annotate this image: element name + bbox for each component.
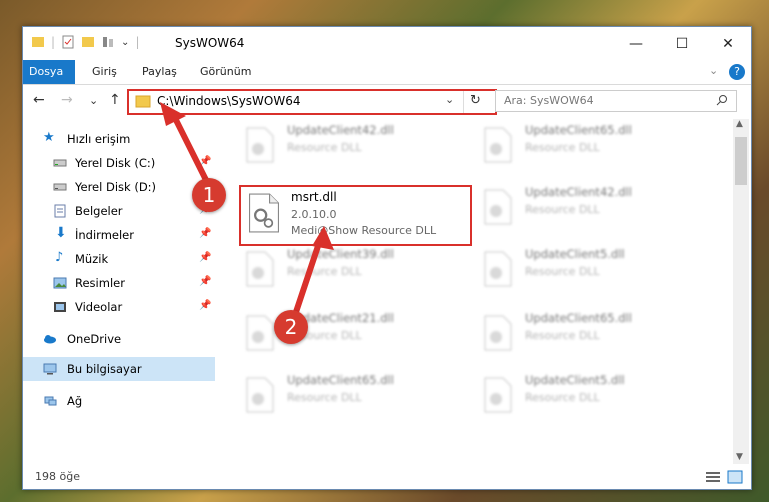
step-badge-1: 1: [192, 178, 226, 212]
arrow-step-2: [293, 237, 323, 315]
arrow-step-1: [169, 109, 211, 187]
arrowhead-step-2: [312, 226, 334, 250]
annotation-arrows: [160, 102, 334, 315]
step-badge-2: 2: [274, 310, 308, 344]
arrowhead-step-1: [160, 102, 186, 126]
